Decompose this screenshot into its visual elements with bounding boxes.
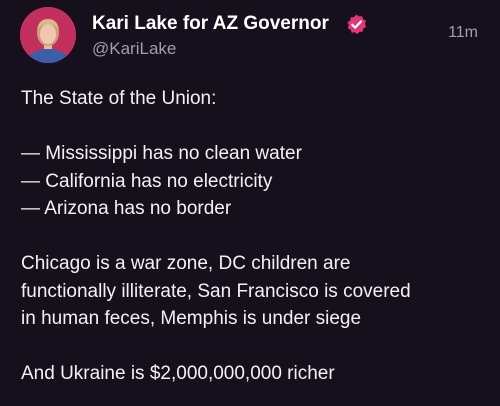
tweet-bullet-line: — Arizona has no border — [21, 198, 232, 219]
tweet-body: The State of the Union: — Mississippi ha… — [21, 85, 486, 388]
tweet-paragraph-line: in human feces, Memphis is under siege — [21, 308, 362, 329]
tweet-closing-line: And Ukraine is $2,000,000,000 richer — [21, 363, 335, 384]
tweet-paragraph-line: functionally illiterate, San Francisco i… — [21, 280, 411, 302]
portrait-icon — [20, 7, 76, 63]
tweet-bullet-line: — Mississippi has no clean water — [21, 143, 302, 164]
author-display-name[interactable]: Kari Lake for AZ Governor — [92, 12, 329, 36]
avatar[interactable] — [20, 7, 76, 63]
tweet-intro-line: The State of the Union: — [21, 88, 217, 109]
verified-badge-icon — [347, 14, 367, 35]
tweet-bullet-line: — California has no electricity — [21, 170, 273, 192]
tweet-card[interactable]: Kari Lake for AZ Governor @KariLake 11m … — [0, 0, 500, 406]
tweet-timestamp[interactable]: 11m — [448, 23, 478, 43]
author-handle[interactable]: @KariLake — [92, 38, 176, 60]
tweet-paragraph-line: Chicago is a war zone, DC children are — [21, 253, 351, 274]
